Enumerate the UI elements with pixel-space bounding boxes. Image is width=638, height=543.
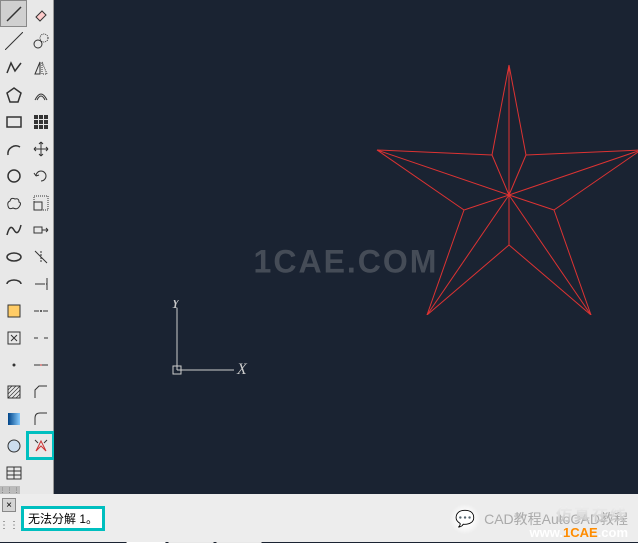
insert-block-icon[interactable] bbox=[0, 297, 27, 324]
break-at-point-icon[interactable] bbox=[27, 297, 54, 324]
revcloud-icon[interactable] bbox=[0, 189, 27, 216]
ucs-x-label: X bbox=[236, 361, 248, 378]
ucs-icon: X Y bbox=[169, 300, 249, 380]
mirror-icon[interactable] bbox=[27, 54, 54, 81]
wechat-icon: 💬 bbox=[450, 504, 480, 534]
modify-toolbar bbox=[27, 0, 54, 513]
array-icon[interactable] bbox=[27, 108, 54, 135]
line-icon[interactable] bbox=[0, 0, 27, 27]
overlay-brand-cn: 仿真在线 bbox=[556, 501, 628, 525]
ucs-y-label: Y bbox=[171, 300, 182, 312]
gradient-icon[interactable] bbox=[0, 405, 27, 432]
ellipse-icon[interactable] bbox=[0, 243, 27, 270]
make-block-icon[interactable] bbox=[0, 324, 27, 351]
break-icon[interactable] bbox=[27, 324, 54, 351]
copy-icon[interactable] bbox=[27, 27, 54, 54]
command-grip-icon[interactable]: ⋮⋮ bbox=[2, 518, 16, 532]
command-close-button[interactable]: × bbox=[2, 498, 16, 512]
polygon-icon[interactable] bbox=[0, 81, 27, 108]
extend-icon[interactable] bbox=[27, 270, 54, 297]
erase-icon[interactable] bbox=[27, 0, 54, 27]
rectangle-icon[interactable] bbox=[0, 108, 27, 135]
fillet-icon[interactable] bbox=[27, 405, 54, 432]
draw-toolbar: A bbox=[0, 0, 27, 513]
overlay-brand: 仿真在线 www.1CAE.com bbox=[530, 501, 629, 540]
point-icon[interactable] bbox=[0, 351, 27, 378]
spline-icon[interactable] bbox=[0, 216, 27, 243]
scale-icon[interactable] bbox=[27, 189, 54, 216]
circle-icon[interactable] bbox=[0, 162, 27, 189]
overlay-brand-url: www.1CAE.com bbox=[530, 525, 629, 540]
ellipse-arc-icon[interactable] bbox=[0, 270, 27, 297]
star-drawing bbox=[364, 55, 638, 315]
arc-icon[interactable] bbox=[0, 135, 27, 162]
trim-icon[interactable] bbox=[27, 243, 54, 270]
stretch-icon[interactable] bbox=[27, 216, 54, 243]
rotate-icon[interactable] bbox=[27, 162, 54, 189]
polyline-icon[interactable] bbox=[0, 54, 27, 81]
offset-icon[interactable] bbox=[27, 81, 54, 108]
palette-grip[interactable]: ⋮⋮⋮ bbox=[0, 486, 20, 494]
region-icon[interactable] bbox=[0, 432, 27, 459]
explode-icon[interactable] bbox=[27, 432, 54, 459]
join-icon[interactable] bbox=[27, 351, 54, 378]
move-icon[interactable] bbox=[27, 135, 54, 162]
xline-icon[interactable] bbox=[0, 27, 27, 54]
chamfer-icon[interactable] bbox=[27, 378, 54, 405]
command-message: 无法分解 1。 bbox=[24, 509, 102, 528]
tool-palette: A bbox=[0, 0, 54, 542]
table-icon[interactable] bbox=[0, 459, 27, 486]
drawing-canvas[interactable]: 1CAE.COM bbox=[54, 0, 638, 524]
hatch-icon[interactable] bbox=[0, 378, 27, 405]
